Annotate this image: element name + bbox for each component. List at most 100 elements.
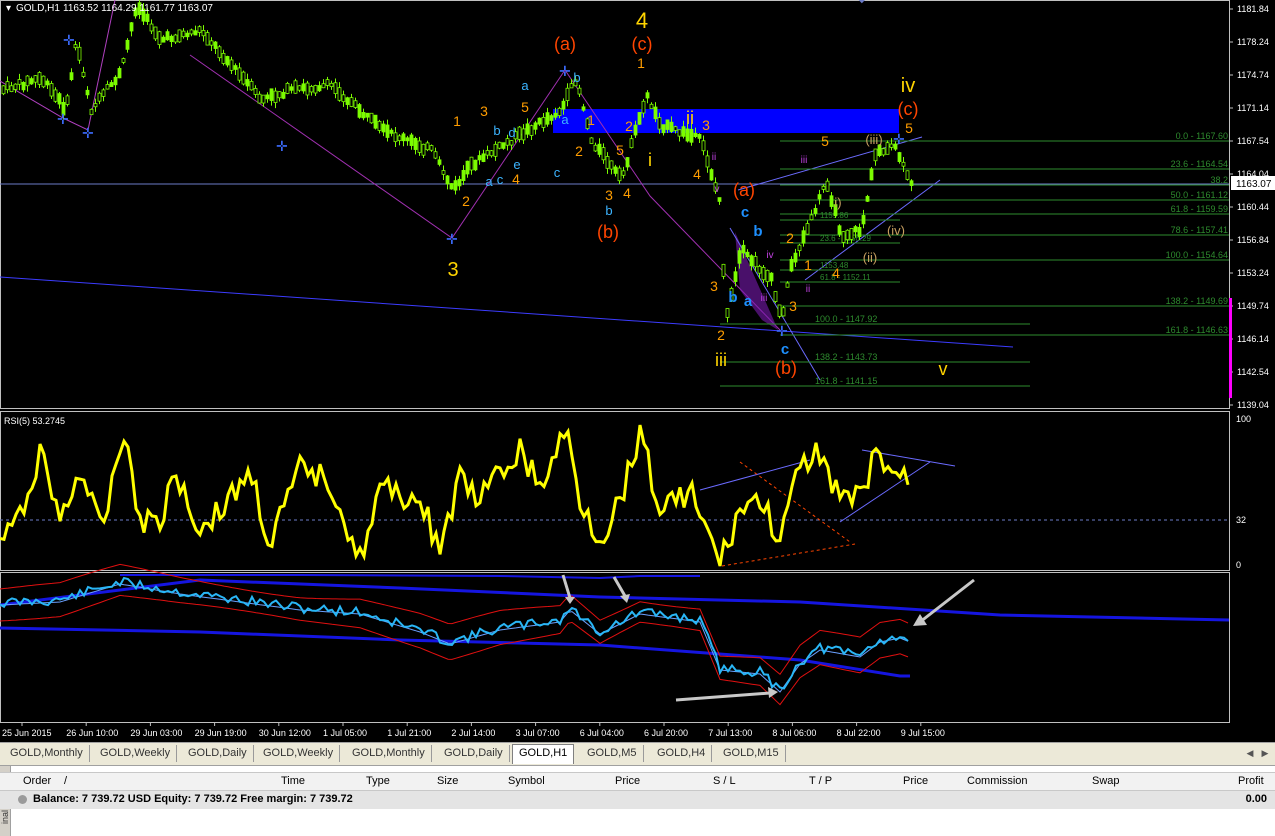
price-tick-label: 1178.24: [1237, 37, 1269, 47]
candle-body: [657, 117, 662, 130]
tab-gold-weekly[interactable]: GOLD,Weekly: [94, 745, 178, 762]
terminal-panel: inal Order / Time Type Size Symbol Price…: [0, 765, 1275, 836]
wave-label-orange: 2: [625, 118, 633, 134]
col-tp[interactable]: T / P: [809, 773, 832, 790]
tab-gold-monthly[interactable]: GOLD,Monthly: [346, 745, 432, 762]
candle-body: [337, 87, 342, 101]
candle-body: [261, 94, 266, 104]
candle-body: [241, 71, 246, 85]
wave-label-yellow: 3: [447, 259, 458, 281]
candle-body: [761, 267, 766, 281]
col-price[interactable]: Price: [615, 773, 640, 790]
wave-label-orange: 3: [605, 187, 613, 203]
tab-gold-monthly[interactable]: GOLD,Monthly: [4, 745, 90, 762]
col-profit[interactable]: Profit: [1238, 773, 1264, 790]
candle-body: [381, 123, 386, 133]
wave-label-orange: 2: [462, 193, 470, 209]
candle-body: [149, 23, 154, 32]
rsi-title: RSI(5) 53.2745: [4, 416, 65, 426]
candle-body: [433, 151, 438, 159]
wave-label-blue: d: [508, 125, 515, 140]
candle-body: [525, 123, 530, 135]
candle-body: [201, 30, 206, 37]
candle-body: [605, 156, 610, 169]
candle-body: [501, 142, 506, 149]
candle-body: [577, 87, 582, 95]
candle-body: [901, 161, 906, 167]
col-symbol[interactable]: Symbol: [508, 773, 545, 790]
candle-body: [373, 114, 378, 129]
candle-body: [325, 79, 330, 86]
wave-label-red: (b): [775, 358, 797, 378]
rsi-trendline-red-2: [721, 543, 856, 567]
wave-label-orange: 4: [693, 166, 701, 182]
candle-body: [661, 124, 666, 134]
balance-row[interactable]: Balance: 7 739.72 USD Equity: 7 739.72 F…: [0, 791, 1275, 809]
chart-canvas[interactable]: 0.0 - 1167.60 23.6 - 1164.54 38.2 50.0 - 11…: [0, 0, 1275, 742]
price-tick-label: 1174.74: [1237, 70, 1269, 80]
candle-body: [345, 97, 350, 105]
col-time[interactable]: Time: [281, 773, 305, 790]
wave-label-blue: c: [554, 165, 561, 180]
tab-gold-h1[interactable]: GOLD,H1: [512, 744, 575, 764]
candle-body: [365, 112, 370, 118]
candle-body: [885, 142, 890, 155]
candle-body: [541, 116, 546, 128]
wave-label-orange: 2: [786, 230, 794, 246]
col-swap[interactable]: Swap: [1092, 773, 1120, 790]
col-type[interactable]: Type: [366, 773, 390, 790]
col-price-current[interactable]: Price: [903, 773, 928, 790]
chart-area[interactable]: 0.0 - 1167.60 23.6 - 1164.54 38.2 50.0 - 11…: [0, 0, 1275, 742]
wave-label-red: (c): [632, 34, 653, 54]
candle-body: [741, 244, 746, 254]
candle-body: [493, 143, 498, 157]
price-tick-label: 1142.54: [1237, 367, 1269, 377]
candle-body: [693, 132, 698, 137]
candle-body: [249, 81, 254, 91]
candle-body: [873, 148, 878, 162]
candle-body: [621, 170, 626, 176]
candle-body: [173, 34, 178, 43]
tab-gold-weekly[interactable]: GOLD,Weekly: [257, 745, 341, 762]
tab-gold-m15[interactable]: GOLD,M15: [717, 745, 786, 762]
candle-body: [717, 197, 722, 202]
wave-label-blue: b: [573, 70, 580, 85]
tab-next-icon[interactable]: ▶: [1259, 747, 1271, 759]
volume-marker: [1229, 298, 1232, 398]
tab-gold-h4[interactable]: GOLD,H4: [651, 745, 713, 762]
candle-body: [909, 180, 914, 186]
fibo-level-label: 38.2: [1210, 175, 1228, 185]
candle-body: [689, 128, 694, 143]
col-sl[interactable]: S / L: [713, 773, 736, 790]
candle-body: [157, 31, 162, 46]
price-tick-label: 1149.74: [1237, 301, 1269, 311]
candle-body: [705, 155, 710, 168]
wave-label-tan: i): [834, 195, 841, 210]
time-tick-label: 2 Jul 14:00: [451, 728, 495, 738]
candle-body: [169, 35, 174, 43]
tab-gold-daily[interactable]: GOLD,Daily: [438, 745, 510, 762]
wave-label-tan: (iv): [887, 223, 905, 238]
chart-title: GOLD,H1: [16, 3, 60, 14]
wave-label-blue: b: [728, 289, 737, 306]
fractal-down-icon: ✛: [57, 111, 69, 127]
col-commission[interactable]: Commission: [967, 773, 1028, 790]
wave-label-purple: ii: [806, 284, 810, 295]
tab-gold-daily[interactable]: GOLD,Daily: [182, 745, 254, 762]
terminal-header: Order / Time Type Size Symbol Price S / …: [0, 772, 1275, 791]
time-tick-label: 8 Jul 06:00: [772, 728, 816, 738]
price-tick-label: 1146.14: [1237, 334, 1269, 344]
candle-body: [821, 185, 826, 190]
candle-body: [245, 79, 250, 87]
tab-prev-icon[interactable]: ◀: [1244, 747, 1256, 759]
tab-gold-m5[interactable]: GOLD,M5: [581, 745, 644, 762]
candle-body: [681, 126, 686, 137]
candle-body: [285, 82, 290, 94]
fractal-down-icon: ✛: [276, 138, 288, 154]
col-order[interactable]: Order: [23, 773, 51, 790]
wave-label-blue: a: [521, 78, 529, 93]
col-size[interactable]: Size: [437, 773, 458, 790]
candle-body: [801, 230, 806, 244]
col-sort-icon[interactable]: /: [64, 773, 67, 790]
candle-body: [425, 142, 430, 151]
